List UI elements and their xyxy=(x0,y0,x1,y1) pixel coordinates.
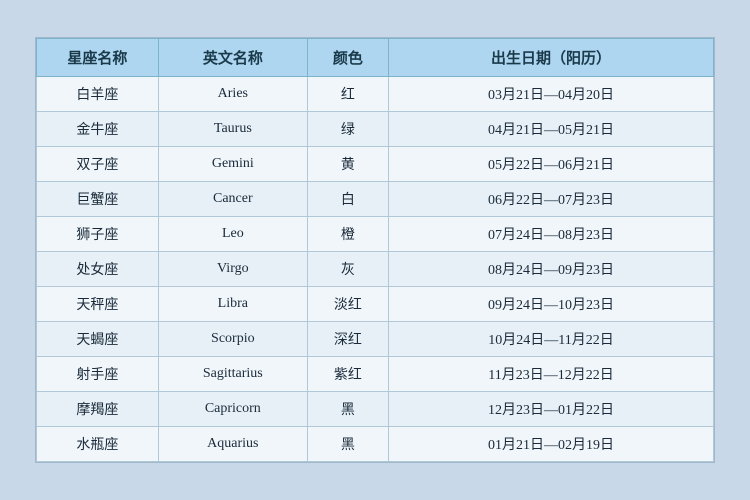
table-row: 射手座Sagittarius紫红11月23日—12月22日 xyxy=(37,357,714,392)
cell-english-name: Taurus xyxy=(158,112,307,147)
cell-chinese-name: 狮子座 xyxy=(37,217,159,252)
cell-chinese-name: 白羊座 xyxy=(37,77,159,112)
cell-english-name: Aquarius xyxy=(158,427,307,462)
cell-color: 黑 xyxy=(307,392,388,427)
table-row: 白羊座Aries红03月21日—04月20日 xyxy=(37,77,714,112)
cell-chinese-name: 双子座 xyxy=(37,147,159,182)
zodiac-table: 星座名称 英文名称 颜色 出生日期（阳历） 白羊座Aries红03月21日—04… xyxy=(36,38,714,462)
table-row: 水瓶座Aquarius黑01月21日—02月19日 xyxy=(37,427,714,462)
cell-english-name: Libra xyxy=(158,287,307,322)
cell-date-range: 10月24日—11月22日 xyxy=(389,322,714,357)
cell-date-range: 06月22日—07月23日 xyxy=(389,182,714,217)
cell-english-name: Aries xyxy=(158,77,307,112)
cell-date-range: 03月21日—04月20日 xyxy=(389,77,714,112)
cell-chinese-name: 射手座 xyxy=(37,357,159,392)
table-row: 天蝎座Scorpio深红10月24日—11月22日 xyxy=(37,322,714,357)
cell-chinese-name: 水瓶座 xyxy=(37,427,159,462)
cell-english-name: Scorpio xyxy=(158,322,307,357)
cell-english-name: Gemini xyxy=(158,147,307,182)
cell-color: 灰 xyxy=(307,252,388,287)
cell-color: 深红 xyxy=(307,322,388,357)
table-row: 处女座Virgo灰08月24日—09月23日 xyxy=(37,252,714,287)
table-row: 天秤座Libra淡红09月24日—10月23日 xyxy=(37,287,714,322)
cell-english-name: Cancer xyxy=(158,182,307,217)
cell-date-range: 11月23日—12月22日 xyxy=(389,357,714,392)
cell-english-name: Sagittarius xyxy=(158,357,307,392)
table-row: 狮子座Leo橙07月24日—08月23日 xyxy=(37,217,714,252)
header-color: 颜色 xyxy=(307,39,388,77)
cell-color: 淡红 xyxy=(307,287,388,322)
cell-date-range: 04月21日—05月21日 xyxy=(389,112,714,147)
header-chinese-name: 星座名称 xyxy=(37,39,159,77)
cell-date-range: 07月24日—08月23日 xyxy=(389,217,714,252)
cell-date-range: 08月24日—09月23日 xyxy=(389,252,714,287)
cell-date-range: 09月24日—10月23日 xyxy=(389,287,714,322)
cell-color: 橙 xyxy=(307,217,388,252)
header-english-name: 英文名称 xyxy=(158,39,307,77)
cell-chinese-name: 金牛座 xyxy=(37,112,159,147)
cell-date-range: 12月23日—01月22日 xyxy=(389,392,714,427)
table-row: 双子座Gemini黄05月22日—06月21日 xyxy=(37,147,714,182)
table-row: 摩羯座Capricorn黑12月23日—01月22日 xyxy=(37,392,714,427)
cell-color: 绿 xyxy=(307,112,388,147)
cell-color: 黑 xyxy=(307,427,388,462)
cell-color: 紫红 xyxy=(307,357,388,392)
cell-date-range: 05月22日—06月21日 xyxy=(389,147,714,182)
zodiac-table-container: 星座名称 英文名称 颜色 出生日期（阳历） 白羊座Aries红03月21日—04… xyxy=(35,37,715,463)
cell-english-name: Leo xyxy=(158,217,307,252)
cell-color: 黄 xyxy=(307,147,388,182)
cell-chinese-name: 巨蟹座 xyxy=(37,182,159,217)
cell-color: 红 xyxy=(307,77,388,112)
cell-english-name: Virgo xyxy=(158,252,307,287)
table-row: 金牛座Taurus绿04月21日—05月21日 xyxy=(37,112,714,147)
cell-chinese-name: 处女座 xyxy=(37,252,159,287)
cell-color: 白 xyxy=(307,182,388,217)
cell-date-range: 01月21日—02月19日 xyxy=(389,427,714,462)
table-header-row: 星座名称 英文名称 颜色 出生日期（阳历） xyxy=(37,39,714,77)
table-row: 巨蟹座Cancer白06月22日—07月23日 xyxy=(37,182,714,217)
cell-chinese-name: 天秤座 xyxy=(37,287,159,322)
cell-english-name: Capricorn xyxy=(158,392,307,427)
cell-chinese-name: 摩羯座 xyxy=(37,392,159,427)
header-date-range: 出生日期（阳历） xyxy=(389,39,714,77)
cell-chinese-name: 天蝎座 xyxy=(37,322,159,357)
